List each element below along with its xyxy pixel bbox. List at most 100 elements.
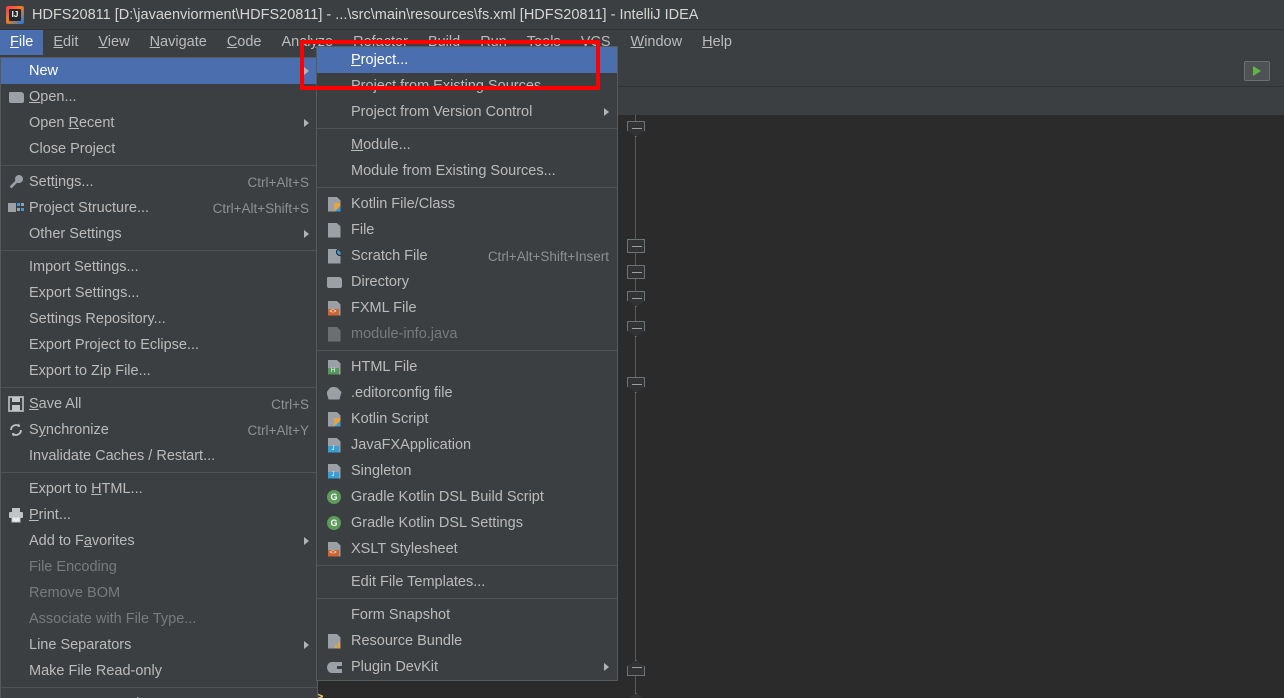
editorconfig-icon [325,386,343,400]
window-title: HDFS20811 [D:\javaenviorment\HDFS20811] … [32,6,699,23]
new-menu-item-scratch-file[interactable]: Scratch File Ctrl+Alt+Shift+Insert [317,243,617,269]
file-menu-popup[interactable]: New Open... Open Recent Close Project Settin… [0,57,318,698]
fold-marker[interactable] [627,291,645,307]
new-menu-item-form-snapshot[interactable]: Form Snapshot [317,602,617,628]
chevron-right-icon [304,119,309,127]
new-menu-item-html-file[interactable]: H HTML File [317,354,617,380]
menu-item-label: Export Settings... [29,285,140,301]
menu-item-label: Scratch File [351,248,428,264]
fxml-file-icon: <> [325,300,343,316]
menu-item-label: Add to Favorites [29,533,135,549]
file-menu-item-export-to-zip-file[interactable]: Export to Zip File... [1,358,317,384]
plugin-devkit-icon [325,661,343,674]
intellij-idea-logo-icon [6,5,24,24]
menu-item-label: New [29,63,59,79]
new-menu-item-module-from-existing-sources[interactable]: Module from Existing Sources... [317,158,617,184]
run-preview-icon[interactable] [1244,61,1270,81]
file-menu-item-close-project[interactable]: Close Project [1,136,317,162]
menu-file[interactable]: File [0,30,44,55]
new-menu-item-kotlin-file-class[interactable]: Kotlin File/Class [317,191,617,217]
file-icon [325,222,343,238]
menu-item-label: Form Snapshot [351,607,451,623]
new-menu-item-fxml-file[interactable]: <> FXML File [317,295,617,321]
menu-navigate[interactable]: Navigate [140,30,217,55]
menu-help[interactable]: Help [692,30,742,55]
file-menu-item-new[interactable]: New [1,58,317,84]
new-menu-item-gradle-kotlin-dsl-settings[interactable]: G Gradle Kotlin DSL Settings [317,510,617,536]
menu-item-label: Resource Bundle [351,633,463,649]
kotlin-file-icon [325,196,343,212]
fold-marker[interactable] [627,321,645,337]
file-menu-item-line-separators[interactable]: Line Separators [1,632,317,658]
file-menu-item-invalidate-caches-restart[interactable]: Invalidate Caches / Restart... [1,443,317,469]
menu-view[interactable]: View [88,30,139,55]
new-menu-item-javafxapplication[interactable]: J JavaFXApplication [317,432,617,458]
fold-marker[interactable] [627,660,645,676]
menu-item-label: Save All [29,396,82,412]
menu-item-label: File [351,222,375,238]
file-menu-item-save-all[interactable]: Save All Ctrl+S [1,391,317,417]
new-menu-item-module[interactable]: Module... [317,132,617,158]
file-menu-item-add-to-favorites[interactable]: Add to Favorites [1,528,317,554]
menu-separator [1,387,317,388]
menu-window[interactable]: Window [621,30,693,55]
file-menu-item-settings[interactable]: Settings... Ctrl+Alt+S [1,169,317,195]
fold-marker[interactable] [627,121,645,137]
menu-item-label: Project from Version Control [351,104,533,120]
menu-edit[interactable]: Edit [43,30,88,55]
fold-marker[interactable] [627,239,645,253]
new-submenu-popup[interactable]: Project... Project from Existing Sources.… [316,46,618,681]
file-menu-item-export-to-html[interactable]: Export to HTML... [1,476,317,502]
file-menu-item-make-file-read-only[interactable]: Make File Read-only [1,658,317,684]
new-menu-item-project-from-existing-sources[interactable]: Project from Existing Sources... [317,73,617,99]
new-menu-item-project-from-version-control[interactable]: Project from Version Control [317,99,617,125]
menu-separator [317,350,617,351]
new-menu-item--editorconfig-file[interactable]: .editorconfig file [317,380,617,406]
menu-item-label: Other Settings [29,226,122,242]
file-menu-item-open-recent[interactable]: Open Recent [1,110,317,136]
menu-item-label: Singleton [351,463,412,479]
code-folding-column[interactable] [625,115,647,698]
menu-code[interactable]: Code [217,30,272,55]
menu-separator [1,165,317,166]
fold-marker[interactable] [627,265,645,279]
menu-separator [317,128,617,129]
file-menu-item-settings-repository[interactable]: Settings Repository... [1,306,317,332]
print-icon [7,507,25,523]
menu-item-label: Print... [29,507,71,523]
file-menu-item-power-save-mode[interactable]: Power Save Mode [1,691,317,698]
new-menu-item-xslt-stylesheet[interactable]: <> XSLT Stylesheet [317,536,617,562]
file-menu-item-export-settings[interactable]: Export Settings... [1,280,317,306]
file-menu-item-export-project-to-eclipse[interactable]: Export Project to Eclipse... [1,332,317,358]
new-menu-item-edit-file-templates[interactable]: Edit File Templates... [317,569,617,595]
menu-item-label: Synchronize [29,422,109,438]
new-menu-item-plugin-devkit[interactable]: Plugin DevKit [317,654,617,680]
menu-item-shortcut: Ctrl+S [271,396,309,412]
module-info-icon [325,326,343,342]
new-menu-item-project[interactable]: Project... [317,47,617,73]
menu-item-label: Project from Existing Sources... [351,78,554,94]
menu-item-label: Gradle Kotlin DSL Build Script [351,489,544,505]
menu-item-label: Make File Read-only [29,663,162,679]
new-menu-item-singleton[interactable]: J Singleton [317,458,617,484]
new-menu-item-gradle-kotlin-dsl-build-script[interactable]: G Gradle Kotlin DSL Build Script [317,484,617,510]
file-menu-item-print[interactable]: Print... [1,502,317,528]
synchronize-icon [7,422,25,438]
new-menu-item-resource-bundle[interactable]: Resource Bundle [317,628,617,654]
fold-marker[interactable] [627,693,645,698]
menu-item-label: Module from Existing Sources... [351,163,556,179]
file-menu-item-open[interactable]: Open... [1,84,317,110]
menu-item-label: Line Separators [29,637,132,653]
fold-marker[interactable] [627,377,645,393]
file-menu-item-import-settings[interactable]: Import Settings... [1,254,317,280]
file-menu-item-project-structure[interactable]: Project Structure... Ctrl+Alt+Shift+S [1,195,317,221]
new-menu-item-kotlin-script[interactable]: Kotlin Script [317,406,617,432]
file-menu-item-other-settings[interactable]: Other Settings [1,221,317,247]
file-menu-item-associate-with-file-type: Associate with File Type... [1,606,317,632]
title-bar: HDFS20811 [D:\javaenviorment\HDFS20811] … [0,0,1284,30]
new-menu-item-file[interactable]: File [317,217,617,243]
menu-item-label: Module... [351,137,411,153]
file-menu-item-synchronize[interactable]: Synchronize Ctrl+Alt+Y [1,417,317,443]
menu-item-label: module-info.java [351,326,458,342]
new-menu-item-directory[interactable]: Directory [317,269,617,295]
